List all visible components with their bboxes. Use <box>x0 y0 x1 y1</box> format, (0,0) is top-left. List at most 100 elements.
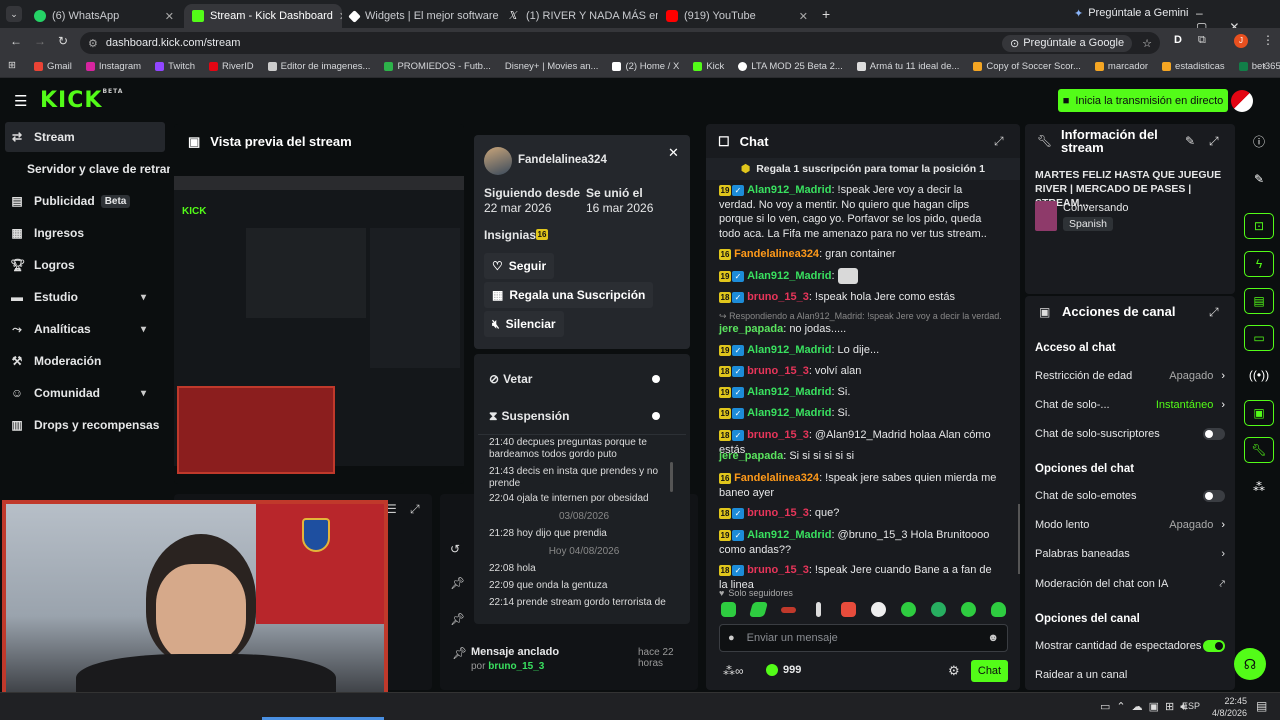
wrench-icon[interactable]: 🔧︎ <box>1244 437 1274 463</box>
bookmark-star-icon[interactable]: ☆ <box>1142 37 1152 50</box>
sidebar-item-studio[interactable]: ▬ Estudio ▾ <box>10 285 160 309</box>
chat-icon[interactable]: ▭ <box>1244 325 1274 351</box>
emote[interactable] <box>781 607 796 613</box>
channel-points-icon[interactable]: ⁂ <box>1244 474 1274 500</box>
sidebar-item-ads[interactable]: ▤ Publicidad Beta <box>10 189 131 213</box>
bookmark-riverid[interactable]: RiverID <box>209 61 254 72</box>
chat-scrollbar[interactable] <box>1018 504 1020 574</box>
gemini-button[interactable]: ✦ Pregúntale a Gemini <box>1074 7 1189 20</box>
chat-username[interactable]: Alan912_Madrid <box>747 270 831 282</box>
bookmark-promiedos[interactable]: PROMIEDOS - Futb... <box>384 61 491 72</box>
ai-moderation-row[interactable]: Moderación del chat con IA ⤤ <box>1035 578 1225 590</box>
broadcast-icon[interactable]: ((•)) <box>1244 362 1274 388</box>
document-icon[interactable]: ▤ <box>1244 288 1274 314</box>
emote[interactable] <box>901 602 916 617</box>
extension-d-icon[interactable]: D <box>1174 34 1182 46</box>
sidebar-item-achievements[interactable]: 🏆︎ Logros <box>10 253 75 277</box>
chat-username[interactable]: bruno_15_3 <box>747 507 809 519</box>
edit-icon[interactable]: ✎ <box>1244 166 1274 192</box>
chat-username[interactable]: Alan912_Madrid <box>747 407 831 419</box>
tab-kick-dashboard[interactable]: Stream - Kick Dashboard✕ <box>184 4 342 28</box>
chevron-right-icon[interactable]: › <box>1263 60 1266 71</box>
emote[interactable] <box>816 602 821 617</box>
back-icon[interactable]: ← <box>10 34 22 48</box>
chat-username[interactable]: bruno_15_3 <box>747 291 809 303</box>
bookmark-x-home[interactable]: (2) Home / X <box>612 61 679 72</box>
chat-username[interactable]: Fandelalinea324 <box>734 472 819 484</box>
chat-username[interactable]: jere_papada <box>719 450 783 462</box>
send-chat-button[interactable]: Chat <box>971 660 1008 682</box>
expand-icon[interactable]: ⤢ <box>410 502 420 517</box>
hamburger-menu-icon[interactable]: ☰ <box>14 92 27 110</box>
tab-widgets[interactable]: Widgets | El mejor software pa✕ <box>342 4 500 28</box>
viewer-count-toggle[interactable] <box>1203 640 1225 652</box>
video-icon[interactable]: ▣ <box>1244 400 1274 426</box>
emote[interactable] <box>841 602 856 617</box>
tab-whatsapp[interactable]: (6) WhatsApp ✕ <box>26 4 182 28</box>
kick-logo[interactable]: KICKBETA <box>40 88 123 113</box>
chat-username[interactable]: Alan912_Madrid <box>747 529 831 541</box>
tab-x-river[interactable]: 𝕏(1) RIVER Y NADA MÁS en X: "J✕ <box>500 4 658 28</box>
bookmark-estadisticas[interactable]: estadisticas <box>1162 61 1225 72</box>
sidebar-item-analytics[interactable]: ⤳ Analíticas ▾ <box>10 317 160 341</box>
user-avatar[interactable] <box>1231 90 1253 112</box>
bookmark-gmail[interactable]: Gmail <box>34 61 72 72</box>
bookmark-bet365[interactable]: bet365 - Apuestas d... <box>1238 61 1280 72</box>
chat-username[interactable]: bruno_15_3 <box>747 429 809 441</box>
chat-username[interactable]: bruno_15_3 <box>747 365 809 377</box>
keyboard-language[interactable]: ESP <box>1182 701 1200 711</box>
ask-google-button[interactable]: ⊙ Pregúntale a Google <box>1001 34 1133 52</box>
close-tab-icon[interactable]: ✕ <box>165 10 174 23</box>
clip-icon[interactable]: ⊡ <box>1244 213 1274 239</box>
emote[interactable] <box>931 602 946 617</box>
emote[interactable] <box>991 602 1006 617</box>
gift-sub-button[interactable]: ▦ Regala una Suscripción <box>484 282 654 308</box>
slow-mode-row[interactable]: Modo lento Apagado › <box>1035 519 1225 531</box>
sidebar-item-stream[interactable]: ⇄ Stream <box>10 125 75 149</box>
info-icon[interactable]: ⓘ <box>1244 128 1274 154</box>
chat-username[interactable]: jere_papada <box>719 323 783 335</box>
bookmark-soccer[interactable]: Copy of Soccer Scor... <box>973 61 1081 72</box>
mute-button[interactable]: 🔇︎ Silenciar <box>484 311 564 337</box>
gift-banner[interactable]: ⬢ Regala 1 suscripción para tomar la posi… <box>706 158 1020 180</box>
emoji-icon[interactable]: ☻ <box>987 632 999 644</box>
tab-youtube[interactable]: (919) YouTube ✕ <box>658 4 816 28</box>
notifications-icon[interactable]: ▤ <box>1256 699 1267 713</box>
bookmark-marcador[interactable]: marcador <box>1094 61 1148 72</box>
new-tab-icon[interactable]: + <box>822 6 830 22</box>
start-stream-button[interactable]: ■ Inicia la transmisión en directo <box>1058 89 1228 112</box>
stream-video[interactable]: KICK <box>174 176 464 474</box>
followers-only-row[interactable]: Chat de solo-... Instantáneo › <box>1035 399 1225 411</box>
tab-search-icon[interactable]: ⌄ <box>6 6 22 22</box>
sidebar-item-server-key[interactable]: Servidor y clave de retransm <box>27 157 170 181</box>
pin-icon[interactable]: 📌︎ <box>450 612 465 626</box>
sidebar-item-drops[interactable]: ▥ Drops y recompensas <box>10 413 159 437</box>
extensions-icon[interactable]: ⧉ <box>1198 34 1206 47</box>
popout-icon[interactable]: ⤢ <box>1209 134 1219 149</box>
bookmark-arma[interactable]: Armá tu 11 ideal de... <box>856 61 959 72</box>
popout-icon[interactable]: ⤢ <box>994 134 1004 149</box>
chat-username[interactable]: Alan912_Madrid <box>747 386 831 398</box>
emote[interactable] <box>961 602 976 617</box>
banned-words-row[interactable]: Palabras baneadas › <box>1035 548 1225 560</box>
close-tab-icon[interactable]: ✕ <box>799 10 808 23</box>
system-tray-icons[interactable]: ▭⌃☁▣⊞🔊︎ <box>1100 700 1193 714</box>
bookmark-twitch[interactable]: Twitch <box>155 61 195 72</box>
follow-button[interactable]: ♡ Seguir <box>484 253 555 279</box>
clock[interactable]: 22:45 4/8/2026 <box>1207 695 1247 719</box>
emote[interactable] <box>871 602 886 617</box>
lightning-icon[interactable]: ϟ <box>1244 251 1274 277</box>
channel-points-icon[interactable]: ⁂∞ <box>723 664 744 678</box>
bookmark-disney[interactable]: Disney+ | Movies an... <box>505 61 599 72</box>
bookmark-instagram[interactable]: Instagram <box>85 61 141 72</box>
pin-icon[interactable]: 📌︎ <box>450 576 465 590</box>
forward-icon[interactable]: → <box>34 34 46 48</box>
chat-username[interactable]: Fandelalinea324 <box>734 248 819 260</box>
raid-channel-row[interactable]: Raidear a un canal <box>1035 669 1225 681</box>
help-chat-icon[interactable]: ☊ <box>1234 648 1266 680</box>
settings-gear-icon[interactable]: ⚙ <box>948 663 960 679</box>
bookmark-lta[interactable]: LTA MOD 25 Beta 2... <box>738 61 843 72</box>
site-info-icon[interactable]: ⚙ <box>88 37 98 50</box>
chat-username[interactable]: Alan912_Madrid <box>747 184 831 196</box>
emote[interactable] <box>721 602 736 617</box>
